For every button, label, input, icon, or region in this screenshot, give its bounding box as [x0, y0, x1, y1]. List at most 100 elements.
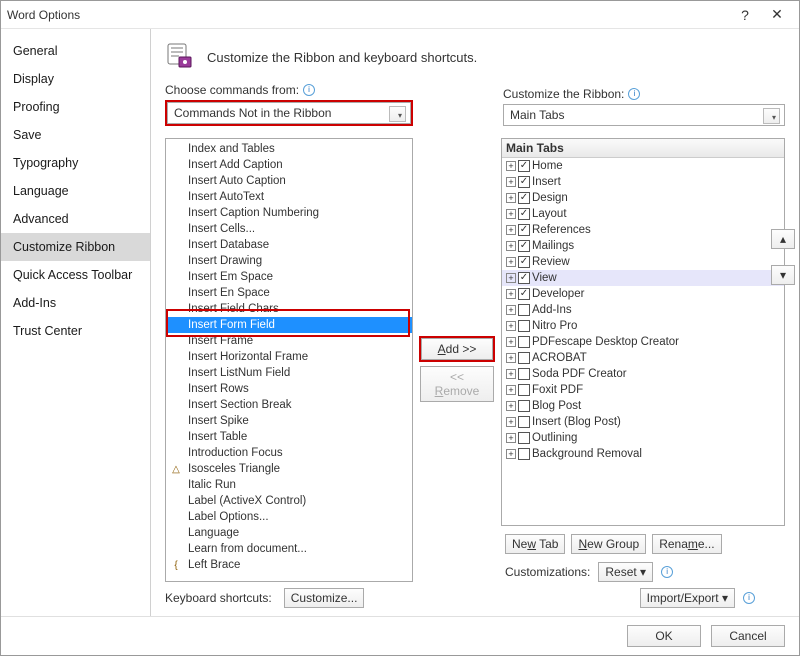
- tab-node-acrobat[interactable]: +ACROBAT: [502, 350, 784, 366]
- checkbox[interactable]: ✓: [518, 208, 530, 220]
- sidebar-item-display[interactable]: Display: [1, 65, 150, 93]
- close-button[interactable]: ✕: [761, 3, 793, 27]
- sidebar-item-add-ins[interactable]: Add-Ins: [1, 289, 150, 317]
- rename-button[interactable]: Rename...: [652, 534, 721, 554]
- expand-icon[interactable]: +: [506, 209, 516, 219]
- tab-node-references[interactable]: +✓References: [502, 222, 784, 238]
- add-button[interactable]: Add >>: [421, 338, 493, 360]
- command-item[interactable]: Insert Em Space: [166, 269, 412, 285]
- new-group-button[interactable]: New Group: [571, 534, 646, 554]
- expand-icon[interactable]: +: [506, 337, 516, 347]
- commands-listbox[interactable]: Index and TablesInsert Add Caption Insert…: [165, 138, 413, 582]
- tab-node-blog-post[interactable]: +Blog Post: [502, 398, 784, 414]
- tab-node-foxit-pdf[interactable]: +Foxit PDF: [502, 382, 784, 398]
- help-button[interactable]: ?: [729, 3, 761, 27]
- expand-icon[interactable]: +: [506, 273, 516, 283]
- tab-node-view[interactable]: +✓View: [502, 270, 784, 286]
- command-item[interactable]: Insert Add Caption: [166, 157, 412, 173]
- sidebar-item-advanced[interactable]: Advanced: [1, 205, 150, 233]
- sidebar-item-trust-center[interactable]: Trust Center: [1, 317, 150, 345]
- cancel-button[interactable]: Cancel: [711, 625, 785, 647]
- tab-node-soda-pdf-creator[interactable]: +Soda PDF Creator: [502, 366, 784, 382]
- tab-node-developer[interactable]: +✓Developer: [502, 286, 784, 302]
- expand-icon[interactable]: +: [506, 417, 516, 427]
- sidebar-item-proofing[interactable]: Proofing: [1, 93, 150, 121]
- expand-icon[interactable]: +: [506, 177, 516, 187]
- expand-icon[interactable]: +: [506, 161, 516, 171]
- tab-node-outlining[interactable]: +Outlining: [502, 430, 784, 446]
- command-item[interactable]: Insert Horizontal Frame: [166, 349, 412, 365]
- tab-node-layout[interactable]: +✓Layout: [502, 206, 784, 222]
- command-item[interactable]: Insert Spike: [166, 413, 412, 429]
- checkbox[interactable]: [518, 368, 530, 380]
- checkbox[interactable]: [518, 320, 530, 332]
- command-item[interactable]: Insert Table: [166, 429, 412, 445]
- checkbox[interactable]: [518, 384, 530, 396]
- expand-icon[interactable]: +: [506, 305, 516, 315]
- remove-button[interactable]: << Remove: [420, 366, 494, 402]
- tab-node-background-removal[interactable]: +Background Removal: [502, 446, 784, 462]
- command-item[interactable]: Label Options...: [166, 509, 412, 525]
- checkbox[interactable]: ✓: [518, 240, 530, 252]
- command-item[interactable]: Insert Drawing: [166, 253, 412, 269]
- checkbox[interactable]: ✓: [518, 160, 530, 172]
- expand-icon[interactable]: +: [506, 225, 516, 235]
- customize-ribbon-dropdown[interactable]: Main Tabs ▾: [503, 104, 785, 126]
- choose-commands-dropdown[interactable]: Commands Not in the Ribbon ▾: [167, 102, 411, 124]
- command-item[interactable]: Insert Form Field: [166, 317, 412, 333]
- sidebar-item-typography[interactable]: Typography: [1, 149, 150, 177]
- expand-icon[interactable]: +: [506, 401, 516, 411]
- expand-icon[interactable]: +: [506, 321, 516, 331]
- command-item[interactable]: △Isosceles Triangle: [166, 461, 412, 477]
- checkbox[interactable]: ✓: [518, 256, 530, 268]
- tab-node-insert[interactable]: +✓Insert: [502, 174, 784, 190]
- checkbox[interactable]: [518, 416, 530, 428]
- expand-icon[interactable]: +: [506, 385, 516, 395]
- checkbox[interactable]: [518, 448, 530, 460]
- expand-icon[interactable]: +: [506, 289, 516, 299]
- sidebar-item-customize-ribbon[interactable]: Customize Ribbon: [1, 233, 150, 261]
- sidebar-item-quick-access-toolbar[interactable]: Quick Access Toolbar: [1, 261, 150, 289]
- command-item[interactable]: Insert Database: [166, 237, 412, 253]
- checkbox[interactable]: [518, 432, 530, 444]
- tab-node-design[interactable]: +✓Design: [502, 190, 784, 206]
- tab-node-mailings[interactable]: +✓Mailings: [502, 238, 784, 254]
- command-item[interactable]: Language: [166, 525, 412, 541]
- command-item[interactable]: Insert Frame: [166, 333, 412, 349]
- tab-node-nitro-pro[interactable]: +Nitro Pro: [502, 318, 784, 334]
- import-export-button[interactable]: Import/Export ▾: [640, 588, 735, 608]
- customize-keyboard-button[interactable]: Customize...: [284, 588, 365, 608]
- checkbox[interactable]: ✓: [518, 192, 530, 204]
- checkbox[interactable]: ✓: [518, 272, 530, 284]
- expand-icon[interactable]: +: [506, 353, 516, 363]
- command-item[interactable]: Insert Caption Numbering: [166, 205, 412, 221]
- tab-node-home[interactable]: +✓Home: [502, 158, 784, 174]
- command-item[interactable]: Learn from document...: [166, 541, 412, 557]
- checkbox[interactable]: [518, 336, 530, 348]
- command-item[interactable]: Insert AutoText: [166, 189, 412, 205]
- expand-icon[interactable]: +: [506, 433, 516, 443]
- info-icon[interactable]: i: [743, 592, 755, 604]
- command-item[interactable]: Index and Tables: [166, 141, 412, 157]
- sidebar-item-general[interactable]: General: [1, 37, 150, 65]
- tab-node-pdfescape-desktop-creator[interactable]: +PDFescape Desktop Creator: [502, 334, 784, 350]
- tab-node-insert-blog-post-[interactable]: +Insert (Blog Post): [502, 414, 784, 430]
- checkbox[interactable]: ✓: [518, 176, 530, 188]
- command-item[interactable]: {Left Brace: [166, 557, 412, 573]
- info-icon[interactable]: i: [303, 84, 315, 96]
- command-item[interactable]: Label (ActiveX Control): [166, 493, 412, 509]
- tab-node-add-ins[interactable]: +Add-Ins: [502, 302, 784, 318]
- reset-button[interactable]: Reset ▾: [598, 562, 653, 582]
- command-item[interactable]: Insert En Space: [166, 285, 412, 301]
- command-item[interactable]: Insert Cells...: [166, 221, 412, 237]
- move-up-button[interactable]: ▴: [771, 229, 795, 249]
- checkbox[interactable]: [518, 400, 530, 412]
- tabs-tree[interactable]: Main Tabs +✓Home+✓Insert+✓Design+✓Layout…: [501, 138, 785, 526]
- move-down-button[interactable]: ▾: [771, 265, 795, 285]
- command-item[interactable]: Introduction Focus: [166, 445, 412, 461]
- checkbox[interactable]: ✓: [518, 224, 530, 236]
- expand-icon[interactable]: +: [506, 257, 516, 267]
- command-item[interactable]: Insert ListNum Field: [166, 365, 412, 381]
- info-icon[interactable]: i: [661, 566, 673, 578]
- checkbox[interactable]: [518, 352, 530, 364]
